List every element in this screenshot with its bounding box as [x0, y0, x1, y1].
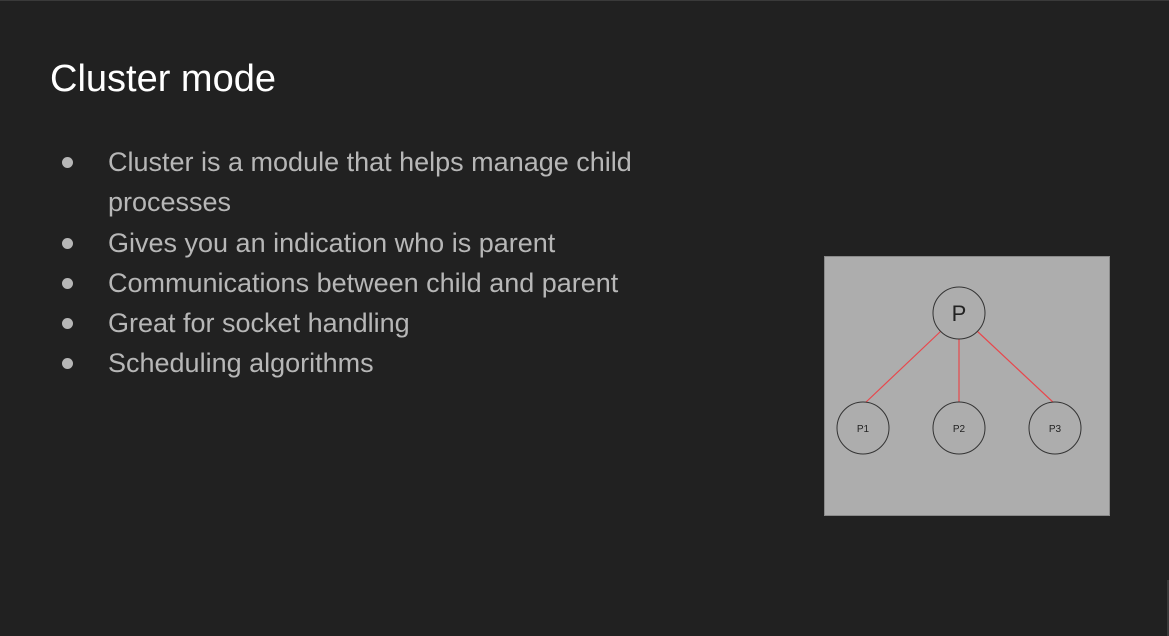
bullet-text: Great for socket handling — [108, 308, 410, 339]
bullet-item: Scheduling algorithms — [62, 343, 702, 383]
child-node-p3: P3 — [1028, 401, 1082, 455]
slide: Cluster mode Cluster is a module that he… — [0, 0, 1169, 636]
bullet-text: Cluster is a module that helps manage ch… — [108, 147, 632, 218]
process-tree-diagram: P P1 P2 P3 — [824, 256, 1110, 516]
child-node-label: P2 — [953, 424, 966, 435]
bullet-dot-icon — [62, 318, 73, 330]
child-node-label: P3 — [1049, 424, 1062, 435]
child-node-label: P1 — [857, 424, 870, 435]
bullet-text: Gives you an indication who is parent — [108, 227, 556, 258]
bullet-dot-icon — [62, 277, 73, 289]
child-node-p1: P1 — [836, 401, 890, 455]
bullet-dot-icon — [62, 157, 73, 168]
slide-top-border — [0, 0, 1169, 1]
slide-title: Cluster mode — [50, 58, 276, 100]
bullet-item: Great for socket handling — [62, 303, 702, 343]
bullet-dot-icon — [62, 358, 73, 370]
bullet-item: Communications between child and parent — [62, 263, 702, 303]
child-node-p2: P2 — [932, 401, 986, 455]
bullet-item: Gives you an indication who is parent — [62, 223, 702, 263]
parent-node-label: P — [952, 301, 967, 326]
bullet-dot-icon — [62, 237, 73, 249]
bullet-text: Scheduling algorithms — [108, 348, 374, 379]
parent-node: P — [932, 286, 986, 340]
bullet-item: Cluster is a module that helps manage ch… — [62, 142, 702, 223]
bullet-list: Cluster is a module that helps manage ch… — [62, 142, 702, 384]
bullet-text: Communications between child and parent — [108, 267, 619, 298]
